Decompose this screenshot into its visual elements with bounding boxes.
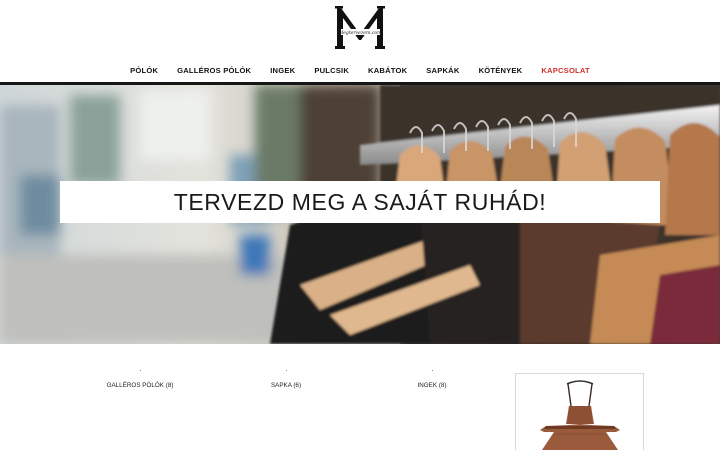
nav-item-galleros-polok[interactable]: GALLÉROS PÓLÓK (168, 66, 261, 75)
hero-banner: TERVEZD MEG A SAJÁT RUHÁD! (60, 181, 660, 223)
category-link-ingek[interactable]: INGEK (8) (408, 370, 456, 389)
hero-title: TERVEZD MEG A SAJÁT RUHÁD! (173, 188, 547, 215)
nav-item-ingek[interactable]: INGEK (261, 66, 305, 75)
category-link-sapka[interactable]: SAPKA (6) (262, 370, 310, 389)
nav-item-pulcsik[interactable]: PULCSIK (305, 66, 359, 75)
category-link-galleros-polok[interactable]: GALLÉROS PÓLÓK (8) (104, 370, 176, 389)
nav-item-polok[interactable]: PÓLÓK (121, 66, 168, 75)
logo-script-text: Megtervezem.com (337, 30, 382, 36)
category-label: INGEK (8) (417, 382, 447, 389)
site-logo[interactable]: Megtervezem.com (333, 2, 387, 52)
category-label: GALLÉROS PÓLÓK (8) (106, 382, 174, 389)
apron-image (540, 380, 620, 450)
category-thumbnail-placeholder (432, 370, 433, 371)
site-header: Megtervezem.com PÓLÓK GALLÉROS PÓLÓK ING… (0, 0, 720, 85)
hero-section: TERVEZD MEG A SAJÁT RUHÁD! (0, 85, 720, 344)
nav-item-sapkak[interactable]: SAPKÁK (417, 66, 469, 75)
logo-monogram-icon: Megtervezem.com (335, 6, 385, 49)
product-card-apron[interactable] (515, 373, 644, 450)
nav-item-kabatok[interactable]: KABÁTOK (359, 66, 417, 75)
category-thumbnail-placeholder (286, 370, 287, 371)
category-thumbnail-placeholder (140, 370, 141, 371)
main-nav: PÓLÓK GALLÉROS PÓLÓK INGEK PULCSIK KABÁT… (0, 61, 720, 79)
nav-item-kapcsolat[interactable]: KAPCSOLAT (532, 66, 600, 75)
nav-item-kotenyek[interactable]: KÖTÉNYEK (469, 66, 532, 75)
category-label: SAPKA (6) (270, 382, 302, 389)
